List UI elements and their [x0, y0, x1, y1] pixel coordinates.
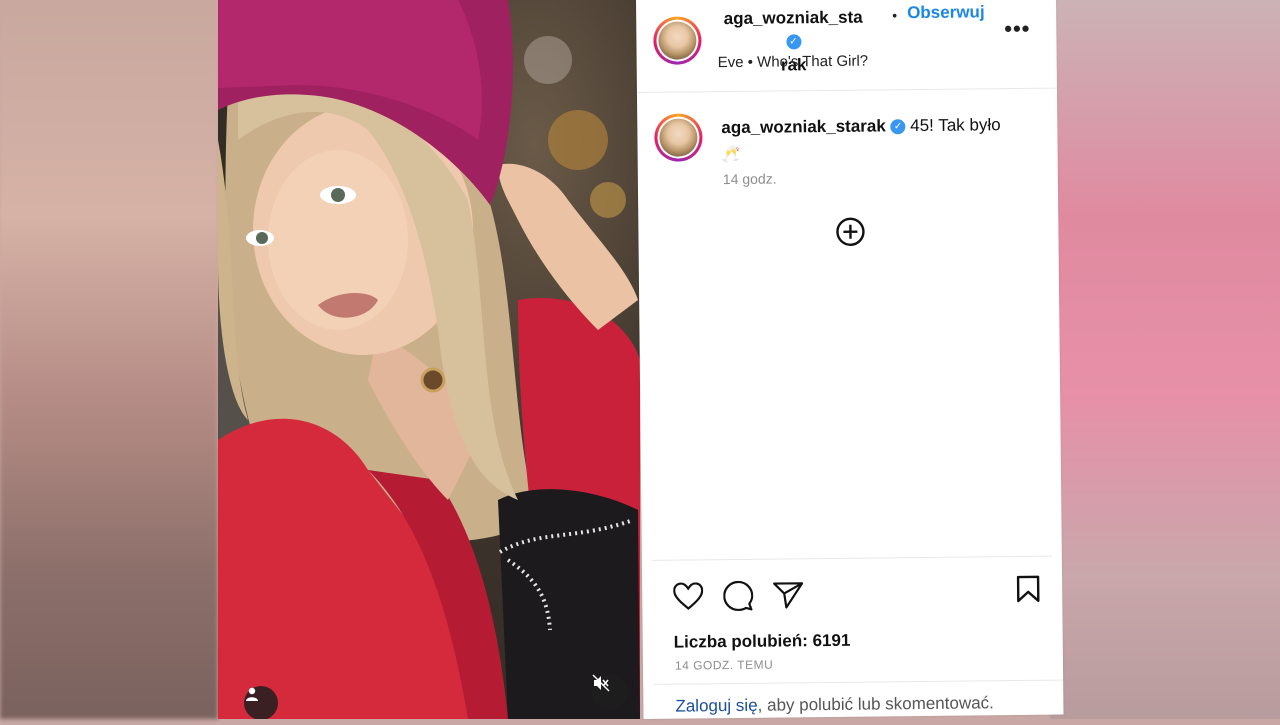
post-side-panel: aga_wozniak_sta ✓ rak • Obserwuj Eve • W… [636, 0, 1064, 725]
follow-button[interactable]: Obserwuj [907, 2, 985, 23]
separator-dot: • [892, 7, 898, 24]
share-button[interactable] [772, 581, 804, 613]
author-avatar[interactable] [653, 16, 702, 65]
heart-icon [673, 581, 704, 615]
post-timestamp: 14 GODZ. TEMU [674, 657, 774, 673]
verified-icon: ✓ [890, 119, 906, 135]
save-button[interactable] [1012, 575, 1044, 607]
post-actions: Liczba polubień: 6191 14 GODZ. TEMU [651, 555, 1054, 691]
verified-icon: ✓ [785, 34, 802, 50]
caption-emoji: 🥂 [721, 145, 741, 164]
tagged-user-button[interactable] [244, 686, 278, 719]
more-horizontal-icon: ••• [1004, 15, 1031, 42]
blurred-background-right [1050, 0, 1280, 719]
bookmark-icon [1016, 574, 1040, 607]
post-media[interactable] [218, 0, 640, 719]
blurred-background-left [0, 0, 218, 719]
audio-artist[interactable]: Eve [718, 54, 744, 71]
login-prompt: Zaloguj się, aby polubić lub skomentować… [653, 679, 1064, 725]
login-prompt-text: , aby polubić lub skomentować. [757, 693, 994, 715]
caption-author-avatar[interactable] [654, 113, 703, 162]
send-icon [773, 581, 804, 614]
caption-username[interactable]: aga_wozniak_starak [721, 116, 886, 137]
audio-attribution[interactable]: Eve • Who's That Girl? [718, 53, 869, 72]
mute-button[interactable] [592, 674, 628, 710]
author-username[interactable]: aga_wozniak_sta [724, 8, 863, 28]
caption-time: 14 godz. [722, 170, 777, 188]
audio-track[interactable]: Who's That Girl? [757, 53, 868, 71]
likes-count[interactable]: Liczba polubień: 6191 [674, 631, 851, 653]
caption-text: 45! Tak było [910, 115, 1001, 136]
audio-separator: • [747, 53, 754, 71]
post-photo-illustration [218, 0, 640, 719]
login-link[interactable]: Zaloguj się [675, 696, 757, 716]
more-options-button[interactable]: ••• [1004, 16, 1030, 42]
comment-button[interactable] [722, 580, 754, 615]
plus-circle-icon [834, 217, 866, 252]
comment-icon [723, 580, 754, 615]
post-header: aga_wozniak_sta ✓ rak • Obserwuj Eve • W… [636, 0, 1057, 93]
load-more-comments-button[interactable] [834, 216, 866, 248]
like-button[interactable] [672, 581, 704, 615]
